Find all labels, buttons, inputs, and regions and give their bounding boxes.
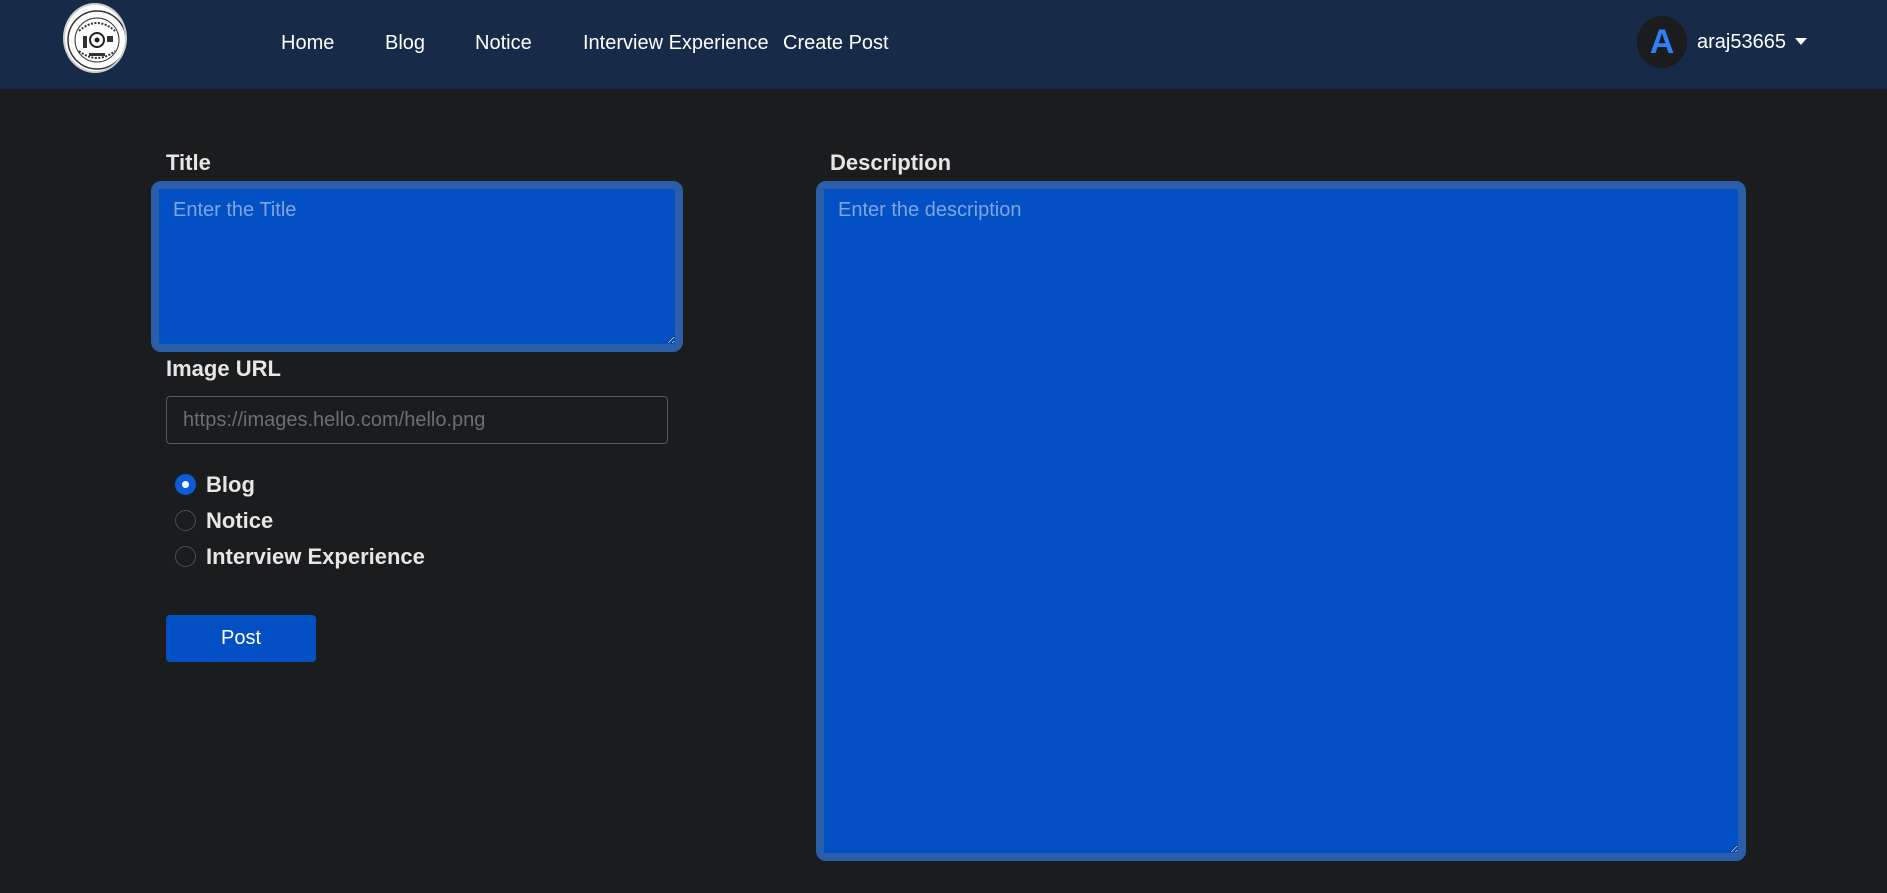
radio-button[interactable] (175, 546, 196, 567)
nav-blog[interactable]: Blog (385, 30, 425, 56)
description-textarea[interactable] (816, 181, 1746, 861)
image-url-input[interactable] (166, 396, 668, 444)
title-label: Title (166, 150, 211, 175)
radio-label-interview-experience[interactable]: Interview Experience (206, 544, 425, 570)
nav-create-post[interactable]: Create Post (783, 30, 889, 56)
radio-button-checked[interactable] (175, 474, 196, 495)
image-url-label: Image URL (166, 356, 281, 381)
radio-label-blog[interactable]: Blog (206, 472, 255, 498)
post-button[interactable]: Post (166, 615, 316, 662)
title-textarea[interactable] (151, 181, 683, 352)
username[interactable]: araj53665 (1697, 30, 1786, 54)
radio-label-notice[interactable]: Notice (206, 508, 273, 534)
radio-button[interactable] (175, 510, 196, 531)
nav-notice[interactable]: Notice (475, 30, 532, 56)
description-label: Description (830, 150, 952, 175)
navbar: Home Blog Notice Interview Experience Cr… (0, 0, 1887, 89)
avatar[interactable]: A (1637, 16, 1687, 68)
college-emblem-icon[interactable] (63, 3, 127, 73)
caret-down-icon[interactable] (1795, 38, 1807, 45)
nav-home[interactable]: Home (281, 30, 334, 56)
nav-interview-experience[interactable]: Interview Experience (583, 30, 769, 56)
